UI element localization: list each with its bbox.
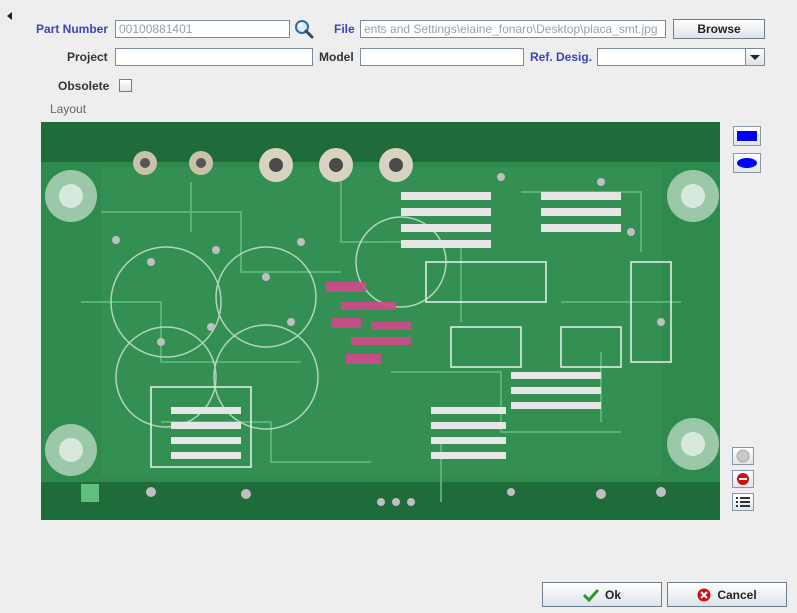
cancel-label: Cancel — [717, 587, 757, 602]
rectangle-shape-icon — [737, 131, 757, 141]
cancel-icon — [697, 588, 711, 601]
obsolete-label: Obsolete — [58, 79, 110, 93]
remove-icon — [737, 473, 749, 485]
ref-desig-select[interactable] — [597, 48, 765, 66]
project-label: Project — [67, 50, 108, 64]
file-label: File — [334, 22, 355, 36]
ref-desig-label: Ref. Desig. — [530, 50, 593, 64]
dropdown-button[interactable] — [745, 48, 765, 66]
cancel-button[interactable]: Cancel — [667, 582, 787, 607]
checkmark-icon — [582, 588, 599, 602]
model-field[interactable] — [360, 48, 524, 66]
ok-label: Ok — [604, 587, 621, 602]
ok-button[interactable]: Ok — [542, 582, 662, 607]
disabled-action-button[interactable] — [732, 447, 754, 465]
project-field[interactable] — [115, 48, 313, 66]
list-icon — [736, 497, 750, 507]
part-number-label: Part Number — [36, 22, 109, 36]
list-button[interactable] — [732, 493, 754, 511]
part-number-field[interactable]: 00100881401 — [115, 20, 290, 38]
rectangle-tool-button[interactable] — [733, 126, 761, 146]
file-path-field[interactable]: ents and Settings\elaine_fonaro\Desktop\… — [360, 20, 666, 38]
chevron-down-icon — [750, 55, 760, 60]
ellipse-tool-button[interactable] — [733, 153, 761, 173]
ellipse-shape-icon — [737, 158, 757, 168]
model-label: Model — [319, 50, 354, 64]
search-icon[interactable] — [294, 19, 314, 39]
layout-label: Layout — [50, 102, 87, 116]
obsolete-checkbox[interactable] — [119, 79, 132, 92]
remove-button[interactable] — [732, 470, 754, 488]
browse-button[interactable]: Browse — [673, 19, 765, 39]
collapse-arrow-icon[interactable] — [6, 9, 14, 20]
pcb-layout-image[interactable] — [41, 122, 720, 520]
gray-circle-icon — [736, 449, 750, 463]
